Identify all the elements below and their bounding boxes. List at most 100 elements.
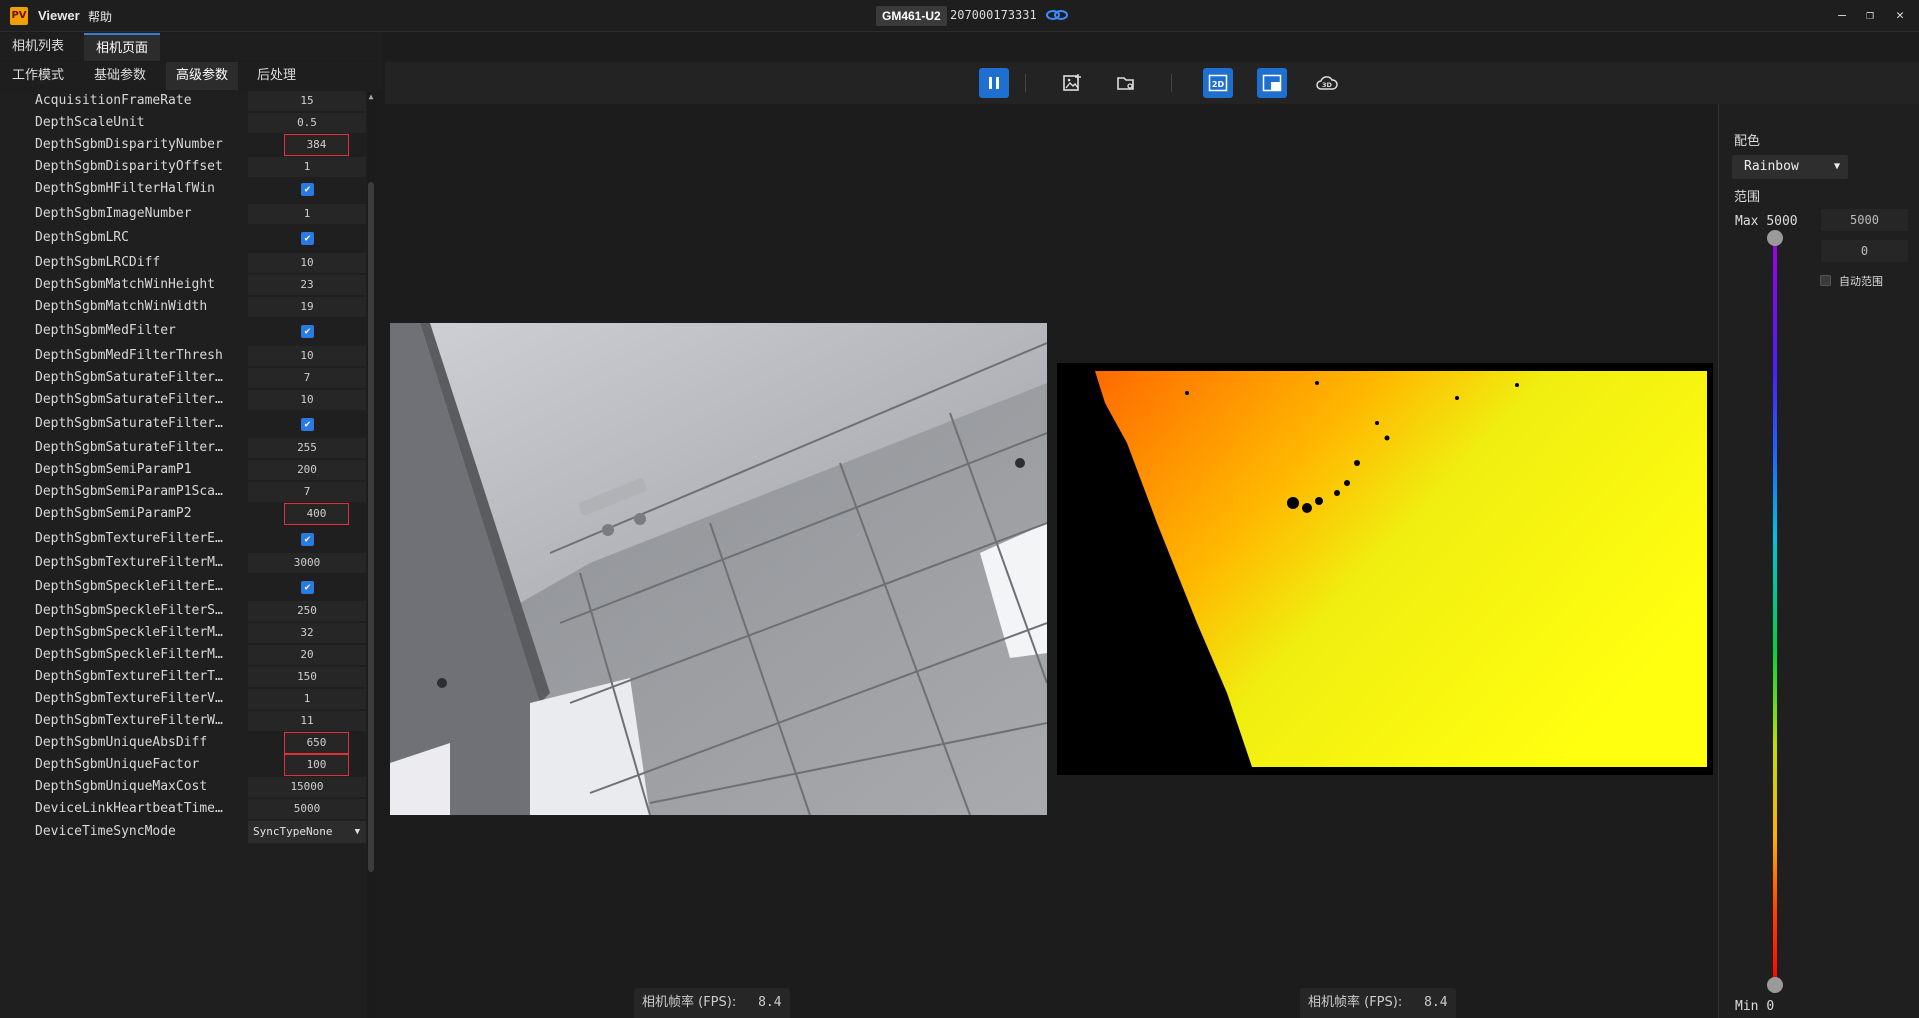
param-name: DepthSgbmLRCDiff [35,255,161,270]
param-value-input[interactable]: 100 [284,754,349,776]
param-value-input[interactable]: 7 [248,482,366,502]
toolbar-divider [1025,74,1026,92]
restore-button[interactable]: ❐ [1862,8,1878,24]
param-name: DepthSgbmSpeckleFilterS… [35,603,223,618]
param-name: DepthSgbmMatchWinWidth [35,299,208,314]
param-row: DepthSgbmSaturateFilter… 255 [0,437,372,459]
colormap-value: Rainbow [1744,159,1799,174]
app-logo: PV [10,7,28,25]
param-value-input[interactable]: 1 [248,157,366,177]
param-name: DepthSgbmSpeckleFilterM… [35,625,223,640]
param-scrollbar[interactable]: ▲ [367,92,375,1018]
view-2d-button[interactable]: 2D [1203,68,1233,98]
close-button[interactable]: ✕ [1892,8,1908,24]
param-value-input[interactable]: 150 [248,667,366,687]
param-checkbox[interactable]: ✔ [301,581,314,594]
minimize-button[interactable]: – [1834,8,1850,24]
pause-button[interactable] [979,68,1009,98]
param-checkbox[interactable]: ✔ [301,418,314,431]
param-name: DeviceLinkHeartbeatTime… [35,801,223,816]
param-name: DepthSgbmTextureFilterW… [35,713,223,728]
link-icon[interactable] [1045,6,1069,24]
parameter-list: AcquisitionFrameRate 15 DepthScaleUnit 0.5 D… [0,90,372,1018]
param-row: DepthSgbmSpeckleFilterM… 20 [0,644,372,666]
param-row: DepthSgbmLRCDiff 10 [0,252,372,274]
param-row: AcquisitionFrameRate 15 [0,90,372,112]
param-name: AcquisitionFrameRate [35,93,192,108]
param-value-input[interactable]: 7 [248,368,366,388]
param-value-input[interactable]: 250 [248,601,366,621]
param-value-input[interactable]: 384 [284,134,349,156]
min-input[interactable]: 0 [1821,240,1908,262]
param-row: DepthScaleUnit 0.5 [0,112,372,134]
param-value-input[interactable]: 15000 [248,777,366,797]
param-row: DepthSgbmTextureFilterT… 150 [0,666,372,688]
tab-work-mode[interactable]: 工作模式 [2,62,74,90]
param-row: DepthSgbmDisparityOffset 1 [0,156,372,178]
param-value-input[interactable]: 15 [248,91,366,111]
param-name: DepthSgbmSemiParamP2 [35,506,192,521]
param-checkbox[interactable]: ✔ [301,232,314,245]
param-value-input[interactable]: 1 [248,689,366,709]
param-select[interactable]: SyncTypeNone ▼ [248,821,366,843]
param-value-input[interactable]: 23 [248,275,366,295]
param-value-input[interactable]: 200 [248,460,366,480]
fps-value: 8.4 [758,995,782,1010]
param-name: DepthSgbmUniqueMaxCost [35,779,208,794]
min-readout: Min 0 [1735,999,1774,1014]
param-value-input[interactable]: 1 [248,204,366,224]
param-value-input[interactable]: 650 [284,732,349,754]
tab-post-processing[interactable]: 后处理 [247,62,306,90]
tab-advanced-params[interactable]: 高级参数 [166,62,239,90]
rgb-image[interactable] [390,323,1047,815]
param-value-input[interactable]: 255 [248,438,366,458]
param-value-input[interactable]: 0.5 [248,113,366,133]
param-row: DepthSgbmUniqueAbsDiff 650 [0,732,372,754]
param-value-input[interactable]: 32 [248,623,366,643]
min-value: 0 [1766,999,1775,1014]
param-name: DepthScaleUnit [35,115,145,130]
max-input[interactable]: 5000 [1821,209,1908,231]
param-value-input[interactable]: 20 [248,645,366,665]
depth-overlay-button[interactable] [1257,68,1287,98]
param-row: DeviceTimeSyncMode SyncTypeNone ▼ [0,821,372,843]
param-value-input[interactable]: 3000 [248,553,366,573]
param-value-input[interactable]: 19 [248,297,366,317]
param-value-input[interactable]: 11 [248,711,366,731]
param-name: DepthSgbmSpeckleFilterM… [35,647,223,662]
pause-icon [989,77,999,89]
max-slider-handle[interactable] [1767,230,1783,246]
param-value-input[interactable]: 10 [248,390,366,410]
param-value-input[interactable]: 10 [248,346,366,366]
param-name: DepthSgbmTextureFilterE… [35,531,223,546]
depth-overlay-icon [1262,74,1282,92]
menu-help[interactable]: 帮助 [88,8,112,25]
tab-camera-page[interactable]: 相机页面 [84,33,161,61]
param-row: DepthSgbmMedFilter ✔ [0,320,372,342]
open-folder-button[interactable] [1111,68,1141,98]
param-row: DepthSgbmSemiParamP1 200 [0,459,372,481]
auto-range-checkbox[interactable] [1820,275,1831,286]
title-bar: PV Viewer 帮助 GM461-U2 207000173331 – ❐ ✕ [0,0,1919,32]
param-checkbox[interactable]: ✔ [301,533,314,546]
depth-image[interactable] [1057,363,1713,775]
fps-rgb-readout: 相机帧率 (FPS): 8.4 [634,988,790,1018]
tab-camera-list[interactable]: 相机列表 [0,33,76,61]
param-row: DepthSgbmMedFilterThresh 10 [0,345,372,367]
param-checkbox[interactable]: ✔ [301,183,314,196]
toolbar-divider [1171,74,1172,92]
tab-basic-params[interactable]: 基础参数 [84,62,156,90]
param-value-input[interactable]: 5000 [248,799,366,819]
camera-serial: 207000173331 [950,8,1037,22]
app-title[interactable]: Viewer [38,8,80,23]
min-slider-handle[interactable] [1767,977,1783,993]
colormap-select[interactable]: Rainbow ▼ [1732,155,1848,179]
param-value-input[interactable]: 10 [248,253,366,273]
view-3d-button[interactable]: 3D [1311,68,1341,98]
param-checkbox[interactable]: ✔ [301,325,314,338]
save-image-button[interactable] [1057,68,1087,98]
param-value-input[interactable]: 400 [284,503,349,525]
param-name: DepthSgbmSaturateFilter… [35,416,223,431]
scroll-up-icon[interactable]: ▲ [367,92,375,102]
scroll-thumb[interactable] [368,182,374,872]
